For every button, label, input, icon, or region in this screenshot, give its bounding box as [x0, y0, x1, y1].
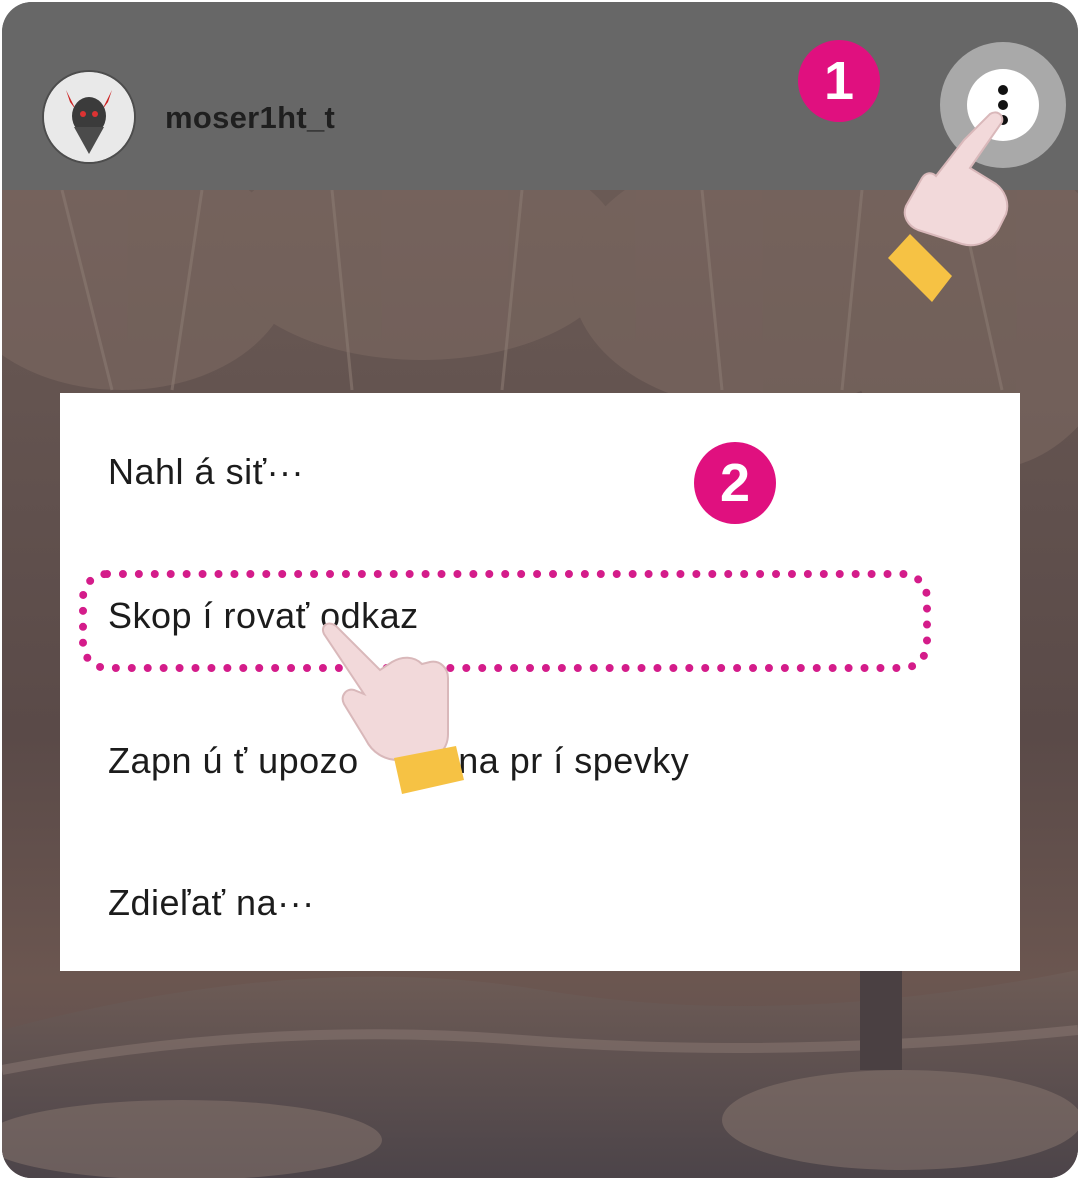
username[interactable]: moser1ht_t	[165, 100, 335, 136]
pointing-hand-icon	[322, 622, 464, 794]
menu-item-share-to[interactable]: Zdieľať na···	[108, 882, 315, 924]
pointing-hand-icon	[888, 111, 1009, 302]
app-window: moser1ht_t 1 Nahl á siť··· Skop í rovať …	[2, 2, 1078, 1178]
context-menu: Nahl á siť··· Skop í rovať odkaz Zapn ú …	[60, 393, 1020, 971]
copy-link-highlight	[79, 570, 931, 672]
menu-item-hide[interactable]: Nahl á siť···	[108, 451, 304, 493]
step-1-badge: 1	[798, 40, 880, 122]
step-2-badge: 2	[694, 442, 776, 524]
avatar[interactable]	[42, 70, 136, 164]
